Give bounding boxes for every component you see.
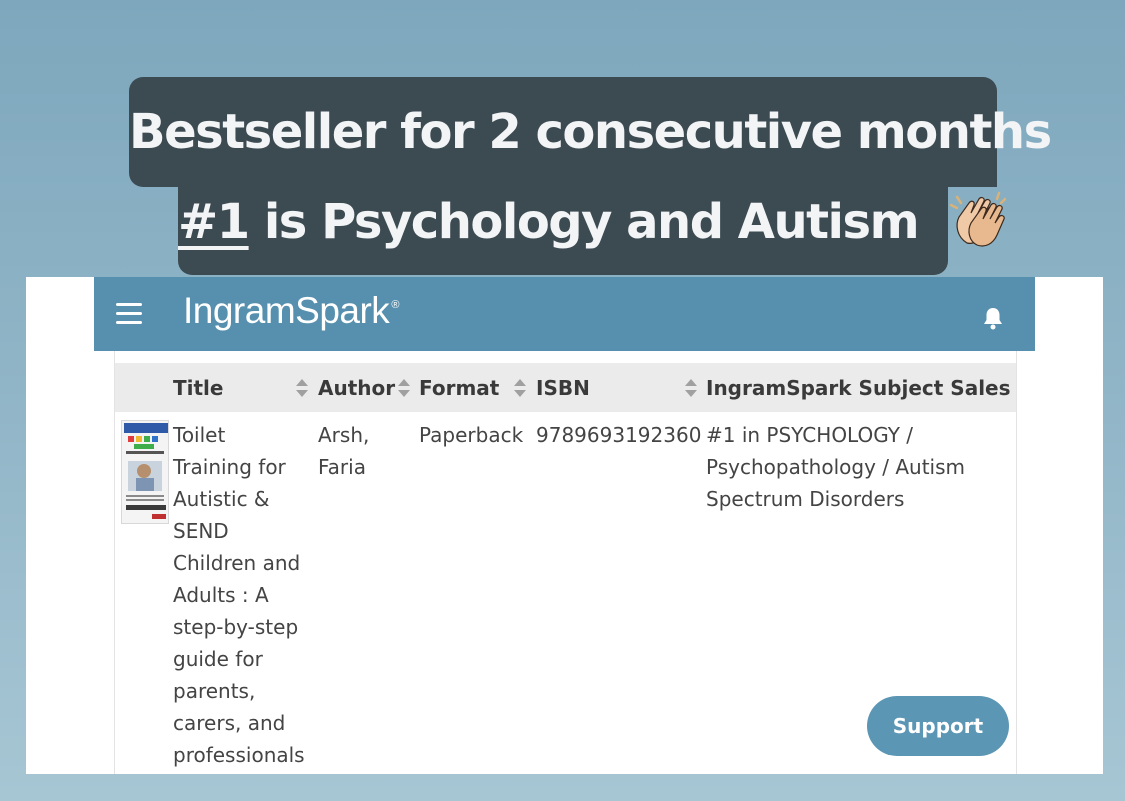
screenshot-panel: IngramSpark ® Title Author Format ISBN In… (26, 277, 1103, 774)
book-cover-image (122, 421, 168, 523)
sort-title-icon[interactable] (295, 378, 309, 398)
brand-logo[interactable]: IngramSpark ® (183, 290, 399, 332)
table-header: Title Author Format ISBN IngramSpark Sub… (115, 364, 1016, 412)
sort-format-icon[interactable] (513, 378, 527, 398)
column-header-author[interactable]: Author (318, 364, 398, 412)
book-cover-thumbnail[interactable] (121, 420, 169, 524)
column-header-title[interactable]: Title (173, 364, 283, 412)
column-header-isbn[interactable]: ISBN (536, 364, 676, 412)
cell-isbn: 9789693192360 (536, 423, 702, 447)
app-bar: IngramSpark ® (94, 277, 1035, 351)
cell-subject-sales-rank: #1 in PSYCHOLOGY / Psychopathology / Aut… (706, 423, 966, 511)
cell-format: Paperback (419, 423, 524, 447)
caption-subject: is Psychology and Autism (248, 194, 920, 250)
caption-line-1: Bestseller for 2 consecutive months (129, 77, 1052, 187)
caption-headline: Bestseller for 2 consecutive months (129, 104, 1052, 160)
cell-title[interactable]: Toilet Training for Autistic & SEND Chil… (173, 419, 313, 771)
column-header-subject-sales-rank[interactable]: IngramSpark Subject Sales Ra (706, 364, 1016, 412)
hamburger-menu-icon[interactable] (116, 303, 142, 324)
table-top-gap (115, 351, 1016, 364)
sort-isbn-icon[interactable] (684, 378, 698, 398)
clapping-hands-icon (950, 191, 1007, 247)
support-button[interactable]: Support (867, 696, 1009, 756)
sort-author-icon[interactable] (397, 378, 411, 398)
caption-rank: #1 (178, 194, 250, 250)
brand-registered-mark: ® (391, 299, 399, 311)
bell-icon[interactable] (982, 306, 1004, 330)
column-header-format[interactable]: Format (419, 364, 509, 412)
caption-line-2: #1 is Psychology and Autism (178, 177, 1007, 275)
brand-name: IngramSpark (183, 290, 390, 331)
cell-author: Arsh, Faria (318, 423, 370, 479)
